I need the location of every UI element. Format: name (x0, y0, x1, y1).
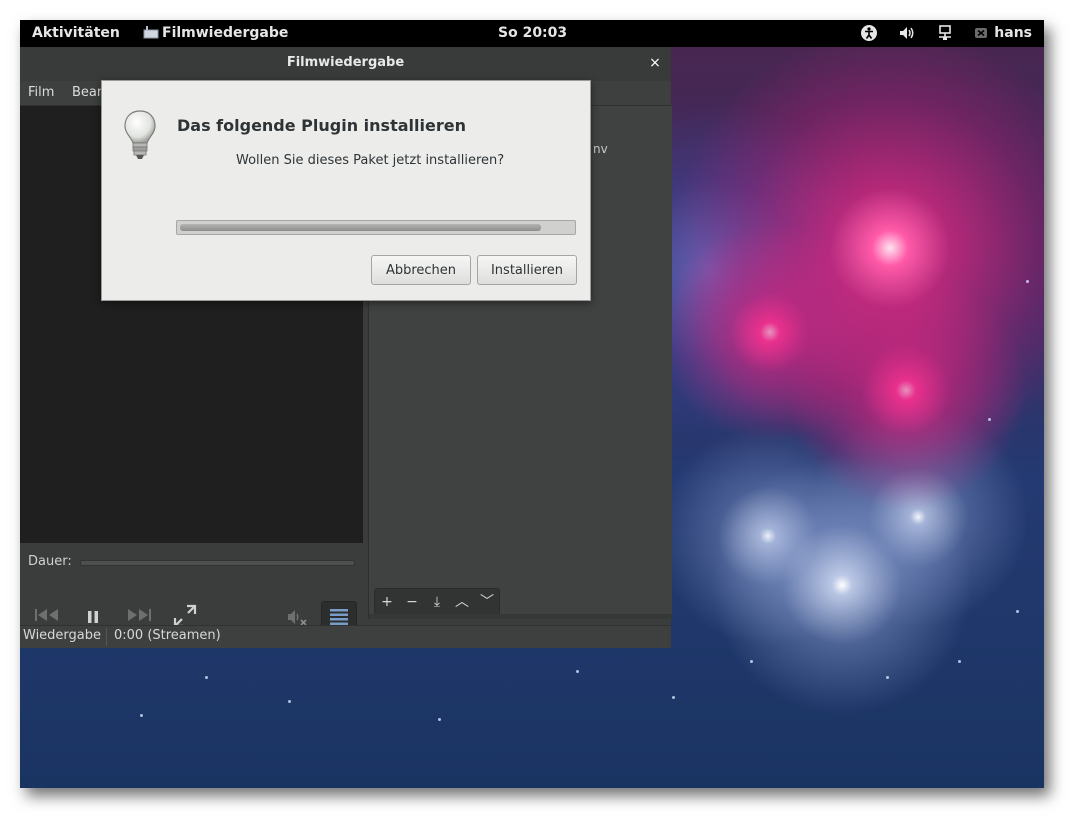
cancel-button[interactable]: Abbrechen (371, 255, 471, 285)
star (750, 660, 753, 663)
star (1016, 610, 1019, 613)
status-bar: Wiedergabe 0:00 (Streamen) (20, 625, 671, 648)
window-titlebar[interactable]: Filmwiedergabe (20, 47, 671, 81)
star (140, 714, 143, 717)
star (958, 660, 961, 663)
add-icon[interactable]: + (375, 589, 399, 615)
save-icon[interactable]: ⤓ (425, 589, 449, 615)
volume-icon[interactable] (898, 24, 916, 42)
remove-icon[interactable]: − (400, 589, 424, 615)
system-tray: hans (860, 24, 1032, 42)
dialog-message: Wollen Sie dieses Paket jetzt installier… (236, 153, 505, 168)
menu-film[interactable]: Film (28, 85, 54, 100)
install-progress-bar (176, 220, 576, 235)
user-name: hans (994, 25, 1032, 41)
dialog-heading: Das folgende Plugin installieren (177, 116, 466, 135)
duration-label: Dauer: (28, 554, 72, 569)
star (438, 718, 441, 721)
top-bar: Aktivitäten Filmwiedergabe So 20:03 hans (20, 20, 1044, 47)
star (288, 700, 291, 703)
progress-fill (180, 224, 541, 231)
star (205, 676, 208, 679)
star (576, 670, 579, 673)
accessibility-icon[interactable] (860, 24, 878, 42)
sidebar-text: nv (593, 142, 608, 156)
window-title: Filmwiedergabe (286, 55, 405, 70)
previous-icon[interactable] (34, 607, 60, 627)
network-icon[interactable] (936, 24, 954, 42)
star (672, 696, 675, 699)
install-plugin-dialog: Das folgende Plugin installieren Wollen … (101, 80, 591, 301)
desktop: Aktivitäten Filmwiedergabe So 20:03 hans… (20, 20, 1044, 788)
activities-button[interactable]: Aktivitäten (32, 25, 120, 41)
app-icon (143, 26, 159, 39)
close-window-button[interactable]: × (645, 53, 665, 73)
clock[interactable]: So 20:03 (498, 25, 567, 41)
next-icon[interactable] (126, 607, 152, 627)
playlist-toolbar: + − ⤓ ︿ ﹀ (374, 588, 500, 616)
status-time: 0:00 (Streamen) (114, 628, 221, 643)
install-button[interactable]: Installieren (477, 255, 577, 285)
user-icon (975, 28, 988, 38)
star (886, 676, 889, 679)
move-down-icon[interactable]: ﹀ (475, 589, 499, 615)
status-separator (106, 628, 107, 646)
light-bulb-icon (124, 110, 156, 159)
star (988, 418, 991, 421)
menu-edit[interactable]: Bear (72, 85, 102, 100)
app-menu[interactable]: Filmwiedergabe (162, 25, 288, 41)
move-up-icon[interactable]: ︿ (450, 589, 474, 615)
status-playback: Wiedergabe (23, 628, 102, 643)
star (1026, 280, 1029, 283)
seek-bar[interactable] (80, 560, 355, 566)
close-icon: × (649, 55, 661, 71)
user-menu[interactable]: hans (974, 25, 1032, 41)
sidebar-footer (369, 614, 672, 619)
